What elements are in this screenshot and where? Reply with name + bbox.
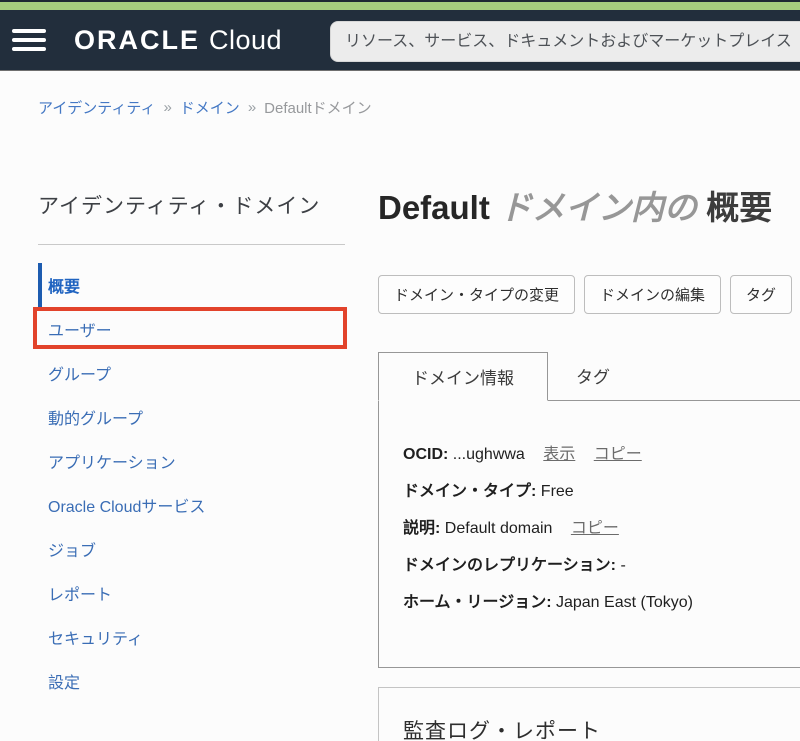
sidebar-item-users-label: ユーザー: [48, 317, 112, 341]
field-domain-replication: ドメインのレプリケーション: -: [403, 554, 800, 577]
audit-log-reports-panel: 監査ログ・レポート: [378, 687, 800, 741]
logo-oracle-text: ORACLE: [74, 25, 200, 56]
main-panel: Default ドメイン内の 概要 ドメイン・タイプの変更 ドメインの編集 タグ…: [378, 118, 800, 741]
field-description-value: Default domain: [445, 520, 553, 537]
tabstrip: ドメイン情報 タグ: [378, 351, 800, 400]
page-content: アイデンティティ・ドメイン 概要 ユーザー グループ 動的グループ アプリケーシ…: [0, 118, 800, 741]
breadcrumb-identity-link[interactable]: アイデンティティ: [38, 97, 155, 118]
breadcrumb-separator: »: [163, 99, 171, 116]
sidebar-item-oracle-cloud-services[interactable]: Oracle Cloudサービス: [38, 483, 378, 527]
tab-tags[interactable]: タグ: [548, 351, 638, 400]
breadcrumb-current: Defaultドメイン: [264, 97, 372, 118]
field-domain-type-label: ドメイン・タイプ:: [403, 483, 536, 500]
field-ocid-value: ...ughwwa: [453, 446, 525, 463]
description-copy-link[interactable]: コピー: [571, 520, 619, 537]
breadcrumb-separator: »: [248, 99, 256, 116]
field-domain-type-value: Free: [541, 483, 574, 500]
field-domain-type: ドメイン・タイプ: Free: [403, 480, 800, 503]
hamburger-menu-icon[interactable]: [12, 29, 46, 51]
sidebar-item-applications[interactable]: アプリケーション: [38, 439, 378, 483]
breadcrumb: アイデンティティ » ドメイン » Defaultドメイン: [38, 97, 800, 118]
breadcrumb-domains-link[interactable]: ドメイン: [180, 97, 240, 118]
field-domain-replication-label: ドメインのレプリケーション:: [403, 557, 616, 574]
field-home-region: ホーム・リージョン: Japan East (Tokyo): [403, 591, 800, 614]
field-ocid: OCID: ...ughwwa 表示 コピー: [403, 443, 800, 466]
tab-domain-information[interactable]: ドメイン情報: [378, 352, 548, 401]
page-title-suffix: 概要: [706, 189, 772, 226]
page-title: Default ドメイン内の 概要: [378, 181, 800, 229]
domain-information-panel: OCID: ...ughwwa 表示 コピー ドメイン・タイプ: Free 説明…: [378, 400, 800, 668]
search-input[interactable]: [330, 21, 800, 62]
field-ocid-label: OCID:: [403, 446, 448, 463]
app-header: ORACLE Cloud: [0, 10, 800, 71]
sidebar-item-security[interactable]: セキュリティ: [38, 615, 378, 659]
audit-log-reports-heading: 監査ログ・レポート: [403, 715, 800, 741]
top-accent-bar: [0, 0, 800, 10]
ocid-copy-link[interactable]: コピー: [594, 446, 642, 463]
page-title-middle: ドメイン内の: [499, 189, 697, 226]
field-description-label: 説明:: [403, 520, 440, 537]
sidebar-item-dynamic-groups[interactable]: 動的グループ: [38, 395, 378, 439]
sidebar-item-overview[interactable]: 概要: [38, 263, 378, 307]
field-domain-replication-value: -: [620, 557, 625, 574]
logo-cloud-text: Cloud: [209, 25, 282, 56]
sidebar-nav: 概要 ユーザー グループ 動的グループ アプリケーション Oracle Clou…: [38, 263, 378, 703]
sidebar-item-reports[interactable]: レポート: [38, 571, 378, 615]
sidebar-item-groups[interactable]: グループ: [38, 351, 378, 395]
edit-domain-button[interactable]: ドメインの編集: [584, 275, 721, 314]
field-description: 説明: Default domain コピー: [403, 517, 800, 540]
ocid-show-link[interactable]: 表示: [543, 446, 575, 463]
tags-button[interactable]: タグ: [730, 275, 792, 314]
sidebar-item-jobs[interactable]: ジョブ: [38, 527, 378, 571]
page-title-domain-name: Default: [378, 189, 499, 226]
change-domain-type-button[interactable]: ドメイン・タイプの変更: [378, 275, 575, 314]
action-buttons: ドメイン・タイプの変更 ドメインの編集 タグ: [378, 275, 800, 314]
sidebar-heading: アイデンティティ・ドメイン: [38, 190, 378, 220]
sidebar-divider: [38, 244, 345, 245]
sidebar-item-users[interactable]: ユーザー: [38, 307, 378, 351]
field-home-region-label: ホーム・リージョン:: [403, 594, 552, 611]
oracle-cloud-logo: ORACLE Cloud: [74, 25, 282, 56]
sidebar-item-settings[interactable]: 設定: [38, 659, 378, 703]
sidebar: アイデンティティ・ドメイン 概要 ユーザー グループ 動的グループ アプリケーシ…: [38, 118, 378, 741]
field-home-region-value: Japan East (Tokyo): [556, 594, 693, 611]
